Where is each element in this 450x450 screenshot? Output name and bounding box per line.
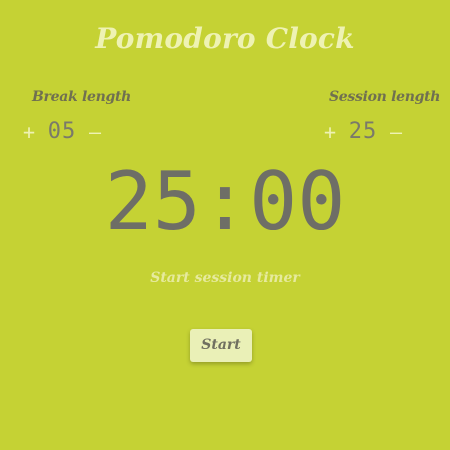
break-decrement-button[interactable]: –: [88, 120, 102, 144]
session-length-value: 25: [348, 119, 378, 144]
session-increment-button[interactable]: +: [323, 120, 337, 144]
start-button[interactable]: Start: [190, 329, 252, 362]
break-length-control: + 05 –: [22, 119, 102, 145]
timer-display: 25:00: [104, 155, 346, 248]
session-decrement-button[interactable]: –: [389, 120, 403, 144]
break-increment-button[interactable]: +: [22, 120, 36, 144]
app-title: Pomodoro Clock: [95, 22, 355, 55]
session-length-control: + 25 –: [323, 119, 403, 145]
break-length-value: 05: [47, 119, 77, 144]
session-length-label: Session length: [329, 89, 441, 105]
timer-status-text: Start session timer: [150, 270, 300, 286]
break-length-label: Break length: [32, 89, 132, 105]
